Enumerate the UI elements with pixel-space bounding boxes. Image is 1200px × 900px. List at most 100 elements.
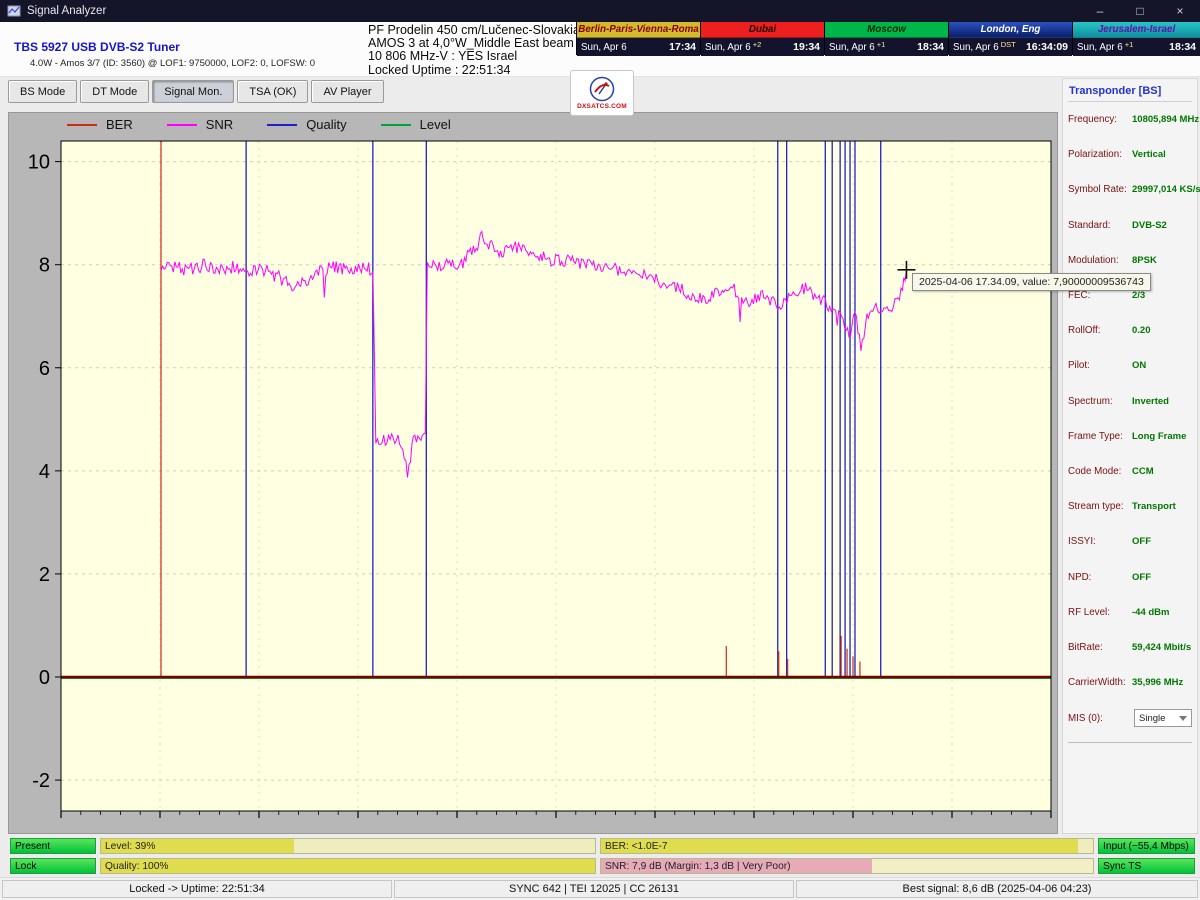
site-line-4: Locked Uptime : 22:51:34	[368, 64, 580, 77]
clock-panel-berlin: Berlin-Paris-Vienna-Roma Sun, Apr 6 17:3…	[576, 22, 700, 55]
quality-line-swatch	[267, 124, 297, 126]
tuner-title: TBS 5927 USB DVB-S2 Tuner	[14, 40, 180, 54]
app-icon	[7, 4, 21, 18]
clock-city-label: London, Eng	[949, 22, 1072, 38]
level-line-swatch	[381, 124, 411, 126]
cursor-tooltip: 2025-04-06 17.34.09, value: 7,9000000953…	[912, 273, 1151, 291]
quality-bar: Quality: 100%	[100, 858, 596, 874]
field-rolloff: RollOff:0.20	[1068, 313, 1192, 348]
field-pilot: Pilot:ON	[1068, 348, 1192, 383]
statusbar-uptime: Locked -> Uptime: 22:51:34	[2, 880, 392, 898]
svg-text:10: 10	[28, 152, 50, 174]
maximize-button[interactable]: □	[1120, 0, 1160, 22]
field-issyi: ISSYI:OFF	[1068, 524, 1192, 559]
clock-date: Sun, Apr 6	[581, 42, 627, 53]
present-badge: Present	[10, 838, 96, 854]
site-info-block: PF Prodelin 450 cm/Lučenec-Slovakia AMOS…	[368, 24, 580, 77]
svg-text:2: 2	[39, 564, 50, 586]
field-carrierwidth: CarrierWidth:35,996 MHz	[1068, 665, 1192, 700]
tab-av-player[interactable]: AV Player	[311, 80, 383, 103]
clock-time: 18:34	[917, 41, 944, 53]
field-npd: NPD:OFF	[1068, 559, 1192, 594]
tab-signal-mon[interactable]: Signal Mon.	[152, 80, 234, 103]
clock-city-label: Berlin-Paris-Vienna-Roma	[577, 22, 700, 38]
ber-bar-label: BER: <1.0E-7	[605, 841, 668, 852]
tab-bs-mode[interactable]: BS Mode	[8, 80, 77, 103]
lock-badge: Lock	[10, 858, 96, 874]
chevron-down-icon	[1179, 716, 1187, 721]
clock-city-label: Jerusalem-Israel	[1073, 22, 1200, 38]
clock-offset: +1	[877, 38, 886, 49]
clock-time-row: Sun, Apr 6 +2 19:34	[701, 38, 824, 56]
level-bar: Level: 39%	[100, 838, 596, 854]
legend-ber: BER	[67, 117, 133, 132]
chart-legend: BER SNR Quality Level	[67, 117, 485, 132]
snr-bar: SNR: 7,9 dB (Margin: 1,3 dB | Very Poor)	[600, 858, 1094, 874]
clock-panel-london: London, Eng Sun, Apr 6 DST 16:34:09	[948, 22, 1072, 55]
clock-city-label: Moscow	[825, 22, 948, 38]
clock-time-row: Sun, Apr 6 17:34	[577, 38, 700, 56]
clock-offset: DST	[1001, 38, 1016, 49]
signal-chart[interactable]: BER SNR Quality Level 10 8 6 4 2 0 -2	[8, 112, 1058, 834]
field-rf-level: RF Level:-44 dBm	[1068, 595, 1192, 630]
clock-city-label: Dubai	[701, 22, 824, 38]
transponder-panel-title: Transponder [BS]	[1068, 83, 1192, 102]
dxsatcs-logo-icon	[589, 76, 615, 102]
close-button[interactable]: ×	[1160, 0, 1200, 22]
tuner-subtitle: 4.0W - Amos 3/7 (ID: 3560) @ LOF1: 97500…	[30, 58, 315, 69]
field-frequency: Frequency:10805,894 MHz	[1068, 102, 1192, 137]
field-bitrate: BitRate:59,424 Mbit/s	[1068, 630, 1192, 665]
clock-time: 17:34	[669, 41, 696, 53]
field-spectrum: Spectrum:Inverted	[1068, 384, 1192, 419]
clock-time-row: Sun, Apr 6 DST 16:34:09	[949, 38, 1072, 56]
snr-line-swatch	[167, 124, 197, 126]
clock-date: Sun, Apr 6	[829, 42, 875, 53]
clock-date: Sun, Apr 6	[953, 42, 999, 53]
statusbar-best-signal: Best signal: 8,6 dB (2025-04-06 04:23)	[796, 880, 1198, 898]
ber-bar: BER: <1.0E-7	[600, 838, 1094, 854]
svg-text:0: 0	[39, 667, 50, 689]
svg-text:8: 8	[39, 255, 50, 277]
ber-line-swatch	[67, 124, 97, 126]
chart-plot-area[interactable]: 10 8 6 4 2 0 -2	[9, 113, 1057, 833]
panel-divider	[1068, 742, 1192, 743]
snr-bar-label: SNR: 7,9 dB (Margin: 1,3 dB | Very Poor)	[605, 861, 791, 872]
site-line-3: 10 806 MHz-V : YES Israel	[368, 50, 580, 63]
clock-date: Sun, Apr 6	[705, 42, 751, 53]
field-standard: Standard:DVB-S2	[1068, 208, 1192, 243]
svg-text:-2: -2	[32, 770, 50, 792]
dxsatcs-logo-caption: DXSATCS.COM	[577, 103, 627, 110]
field-code-mode: Code Mode:CCM	[1068, 454, 1192, 489]
tab-dt-mode[interactable]: DT Mode	[80, 80, 149, 103]
clock-panel-dubai: Dubai Sun, Apr 6 +2 19:34	[700, 22, 824, 55]
title-bar: Signal Analyzer – □ ×	[0, 0, 1200, 22]
svg-text:4: 4	[39, 461, 50, 483]
window-title: Signal Analyzer	[27, 5, 106, 17]
mis-select[interactable]: Single	[1134, 709, 1192, 727]
mode-tabs: BS Mode DT Mode Signal Mon. TSA (OK) AV …	[8, 80, 384, 103]
quality-bar-label: Quality: 100%	[105, 861, 168, 872]
clock-panel-moscow: Moscow Sun, Apr 6 +1 18:34	[824, 22, 948, 55]
clock-panel-jerusalem: Jerusalem-Israel Sun, Apr 6 +1 18:34	[1072, 22, 1200, 55]
field-frame-type: Frame Type:Long Frame	[1068, 419, 1192, 454]
clock-time: 18:34	[1169, 41, 1196, 53]
minimize-button[interactable]: –	[1080, 0, 1120, 22]
clock-time: 16:34:09	[1026, 41, 1068, 53]
transponder-panel: Transponder [BS] Frequency:10805,894 MHz…	[1062, 78, 1198, 834]
status-bar: Locked -> Uptime: 22:51:34 SYNC 642 | TE…	[0, 877, 1200, 900]
clock-offset: +1	[1125, 38, 1134, 49]
clock-time-row: Sun, Apr 6 +1 18:34	[1073, 38, 1200, 56]
clock-offset: +2	[753, 38, 762, 49]
quality-bar-fill	[101, 859, 595, 873]
statusbar-sync-counters: SYNC 642 | TEI 12025 | CC 26131	[394, 880, 794, 898]
tab-tsa[interactable]: TSA (OK)	[237, 80, 308, 103]
signal-analyzer-window: Signal Analyzer – □ × TBS 5927 USB DVB-S…	[0, 0, 1200, 900]
field-mis: MIS (0): Single	[1068, 700, 1192, 736]
legend-level: Level	[381, 117, 451, 132]
field-polarization: Polarization:Vertical	[1068, 137, 1192, 172]
clock-time-row: Sun, Apr 6 +1 18:34	[825, 38, 948, 56]
clock-time: 19:34	[793, 41, 820, 53]
svg-text:6: 6	[39, 358, 50, 380]
field-symbol-rate: Symbol Rate:29997,014 KS/s	[1068, 172, 1192, 207]
clock-date: Sun, Apr 6	[1077, 42, 1123, 53]
